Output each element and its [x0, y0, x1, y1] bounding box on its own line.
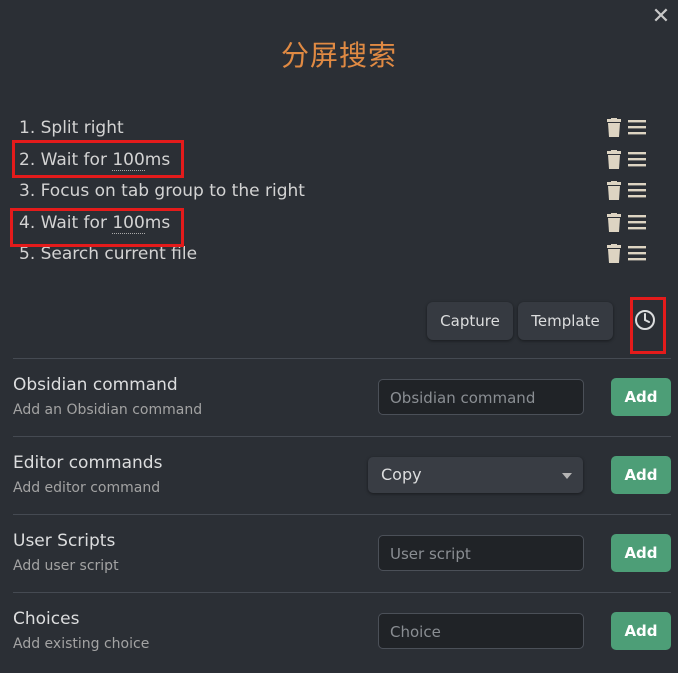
trash-icon[interactable] [605, 244, 623, 263]
choice-input[interactable]: Choice [378, 613, 584, 649]
select-value: Copy [381, 465, 422, 484]
add-editor-command-button[interactable]: Add [611, 456, 671, 494]
divider [13, 514, 671, 515]
section-description: Add user script [13, 558, 119, 574]
clock-icon[interactable] [634, 309, 656, 331]
template-button[interactable]: Template [518, 302, 613, 340]
menu-icon[interactable] [628, 118, 646, 136]
highlight-box [10, 208, 184, 247]
trash-icon[interactable] [605, 212, 623, 232]
chevron-down-icon [562, 473, 572, 479]
section-title: Editor commands [13, 453, 163, 473]
menu-icon[interactable] [628, 213, 646, 231]
trash-icon[interactable] [605, 118, 623, 137]
close-icon[interactable]: ✕ [650, 6, 672, 28]
divider [13, 436, 671, 437]
user-script-input[interactable]: User script [378, 535, 584, 571]
obsidian-command-input[interactable]: Obsidian command [378, 379, 584, 415]
section-title: Choices [13, 609, 80, 629]
add-obsidian-command-button[interactable]: Add [611, 378, 671, 416]
command-label: 1. Split right [19, 118, 124, 138]
trash-icon[interactable] [605, 181, 623, 200]
section-title: User Scripts [13, 531, 116, 551]
section-description: Add existing choice [13, 636, 150, 652]
divider [13, 358, 671, 359]
divider [13, 592, 671, 593]
modal-title: 分屏搜索 [280, 39, 397, 72]
command-item[interactable]: 3. Focus on tab group to the right [19, 179, 659, 211]
command-label: 3. Focus on tab group to the right [19, 181, 305, 201]
highlight-box [12, 140, 184, 178]
editor-command-select[interactable]: Copy [368, 457, 583, 493]
section-description: Add editor command [13, 480, 161, 496]
capture-button[interactable]: Capture [427, 302, 513, 340]
menu-icon[interactable] [628, 150, 646, 168]
add-user-script-button[interactable]: Add [611, 534, 671, 572]
add-choice-button[interactable]: Add [611, 612, 671, 650]
menu-icon[interactable] [628, 181, 646, 199]
section-description: Add an Obsidian command [13, 402, 203, 418]
section-title: Obsidian command [13, 375, 178, 395]
trash-icon[interactable] [605, 149, 623, 169]
menu-icon[interactable] [628, 244, 646, 262]
